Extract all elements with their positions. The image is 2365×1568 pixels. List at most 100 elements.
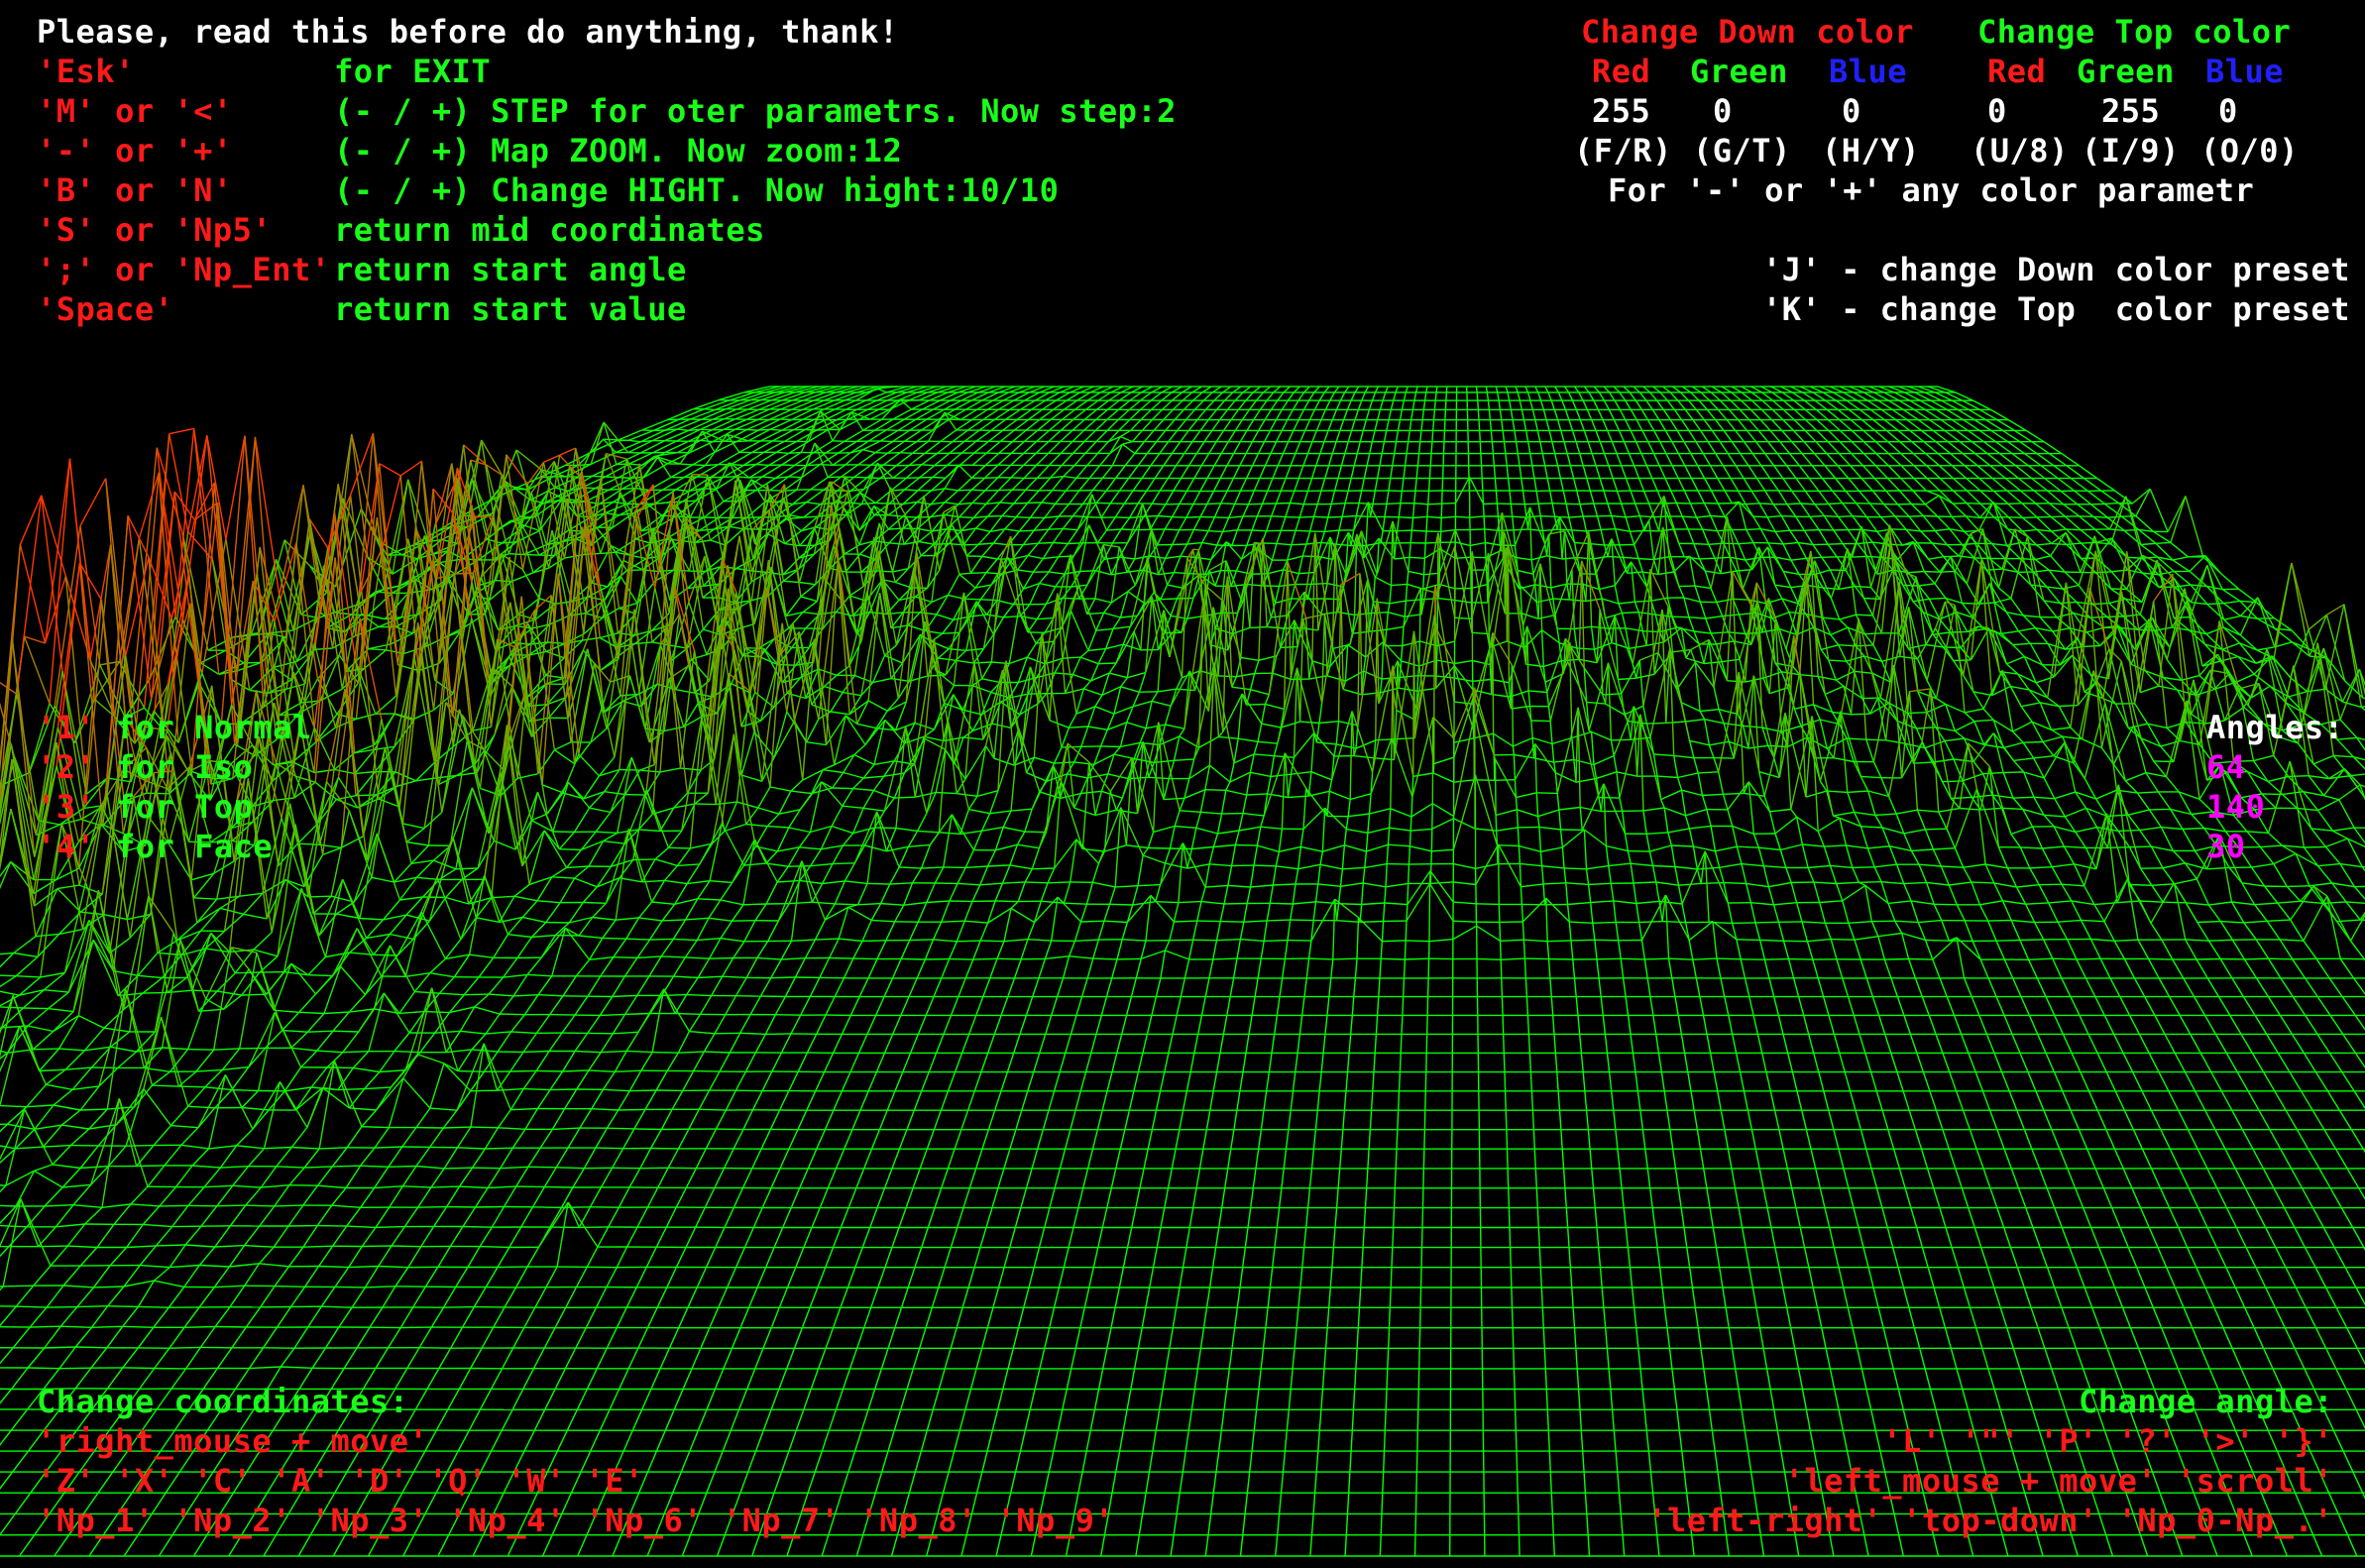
mesh-edge: [2081, 528, 2095, 531]
mesh-edge: [1953, 490, 1968, 504]
mesh-edge: [1623, 441, 1631, 454]
mesh-edge: [1623, 556, 1639, 560]
mesh-edge: [1251, 430, 1260, 443]
mesh-edge: [1558, 516, 1563, 560]
mesh-edge: [1652, 453, 1660, 467]
mesh-edge: [1676, 430, 1685, 443]
mesh-edge: [1444, 400, 1447, 410]
mesh-edge: [1852, 555, 1868, 558]
mesh-edge: [1534, 386, 1539, 393]
mesh-edge: [2111, 569, 2128, 573]
mesh-edge: [1633, 544, 1639, 559]
mesh-edge: [1641, 430, 1649, 443]
mesh-edge: [1037, 418, 1052, 431]
mesh-edge: [1182, 392, 1193, 401]
mesh-edge: [768, 408, 792, 421]
mesh-edge: [1782, 541, 1799, 545]
mesh-edge: [1699, 557, 1716, 560]
mesh-edge: [1035, 441, 1050, 454]
mesh-edge: [1750, 386, 1762, 393]
mesh-edge: [678, 408, 705, 420]
mesh-edge: [2057, 477, 2076, 492]
mesh-edge: [2066, 528, 2082, 531]
mesh-edge: [1823, 587, 1840, 591]
mesh-edge: [1781, 392, 1795, 401]
mesh-edge: [932, 464, 949, 479]
mesh-edge: [1793, 399, 1806, 410]
mesh-edge: [745, 408, 770, 420]
mesh-edge: [1630, 430, 1637, 443]
mesh-edge: [1935, 528, 1951, 532]
mesh-edge: [1388, 409, 1393, 420]
mesh-edge: [1275, 409, 1284, 420]
mesh-edge: [1106, 408, 1119, 420]
mesh-edge: [1161, 392, 1173, 401]
mesh-edge: [1872, 541, 1888, 545]
mesh-edge: [874, 418, 894, 431]
mesh-edge: [1690, 478, 1699, 492]
mesh-edge: [1172, 543, 1187, 546]
mesh-edge: [1100, 503, 1111, 518]
mesh-edge: [958, 502, 973, 518]
mesh-edge: [1281, 399, 1289, 410]
mesh-edge: [1011, 429, 1027, 443]
mesh-edge: [1925, 453, 1941, 467]
mesh-edge: [958, 452, 975, 466]
mesh-edge: [1690, 453, 1699, 467]
mesh-edge: [1454, 546, 1473, 633]
mesh-edge: [1137, 490, 1148, 504]
mesh-edge: [1802, 392, 1816, 401]
mesh-edge: [1371, 392, 1377, 401]
fdf-window[interactable]: Please, read this before do anything, th…: [0, 0, 2365, 1568]
mesh-edge: [1106, 399, 1120, 410]
mesh-edge: [1382, 516, 1386, 531]
mesh-edge: [1115, 516, 1130, 519]
mesh-edge: [1167, 465, 1178, 479]
mesh-edge: [1285, 503, 1292, 517]
mesh-edge: [963, 587, 976, 600]
mesh-edge: [1388, 478, 1392, 492]
mesh-edge: [1979, 490, 1995, 504]
mesh-edge: [2222, 589, 2241, 602]
mesh-edge: [1390, 465, 1394, 479]
mesh-edge: [1095, 613, 1105, 631]
mesh-edge: [2060, 490, 2079, 505]
mesh-edge: [1809, 516, 1820, 530]
mesh-edge: [2035, 503, 2052, 518]
mesh-edge: [1923, 571, 1936, 585]
mesh-edge: [1694, 585, 1702, 603]
mesh-edge: [1204, 399, 1215, 410]
mesh-edge: [1746, 528, 1761, 531]
mesh-edge: [2223, 600, 2240, 605]
mesh-edge: [1618, 601, 1635, 605]
mesh-edge: [1691, 386, 1702, 393]
mesh-edge: [1095, 490, 1107, 504]
mesh-edge: [1861, 419, 1876, 431]
mesh-edge: [1171, 441, 1182, 455]
mesh-edge: [1731, 392, 1743, 401]
mesh-edge: [1737, 419, 1748, 431]
mesh-edge: [1735, 465, 1745, 479]
mesh-edge: [1384, 504, 1388, 517]
mesh-edge: [1441, 478, 1444, 492]
mesh-edge: [1251, 515, 1258, 531]
mesh-edge: [788, 476, 802, 479]
mesh-edge: [975, 601, 995, 635]
mesh-edge: [1232, 441, 1241, 454]
mesh-edge: [998, 489, 1013, 492]
mesh-edge: [1094, 598, 1112, 604]
mesh-edge: [1541, 453, 1546, 466]
mesh-edge: [1838, 515, 1849, 530]
mesh-edge: [1962, 453, 1978, 467]
mesh-edge: [1386, 612, 1389, 630]
mesh-edge: [1827, 543, 1838, 558]
mesh-edge: [1795, 478, 1806, 492]
mesh-edge: [1354, 386, 1360, 393]
mesh-edge: [1261, 491, 1269, 504]
mesh-edge: [1529, 399, 1534, 410]
mesh-edge: [2007, 503, 2023, 518]
mesh-edge: [1795, 515, 1805, 531]
mesh-edge: [876, 392, 898, 401]
mesh-edge: [1433, 400, 1436, 410]
mesh-edge: [1972, 399, 1991, 411]
